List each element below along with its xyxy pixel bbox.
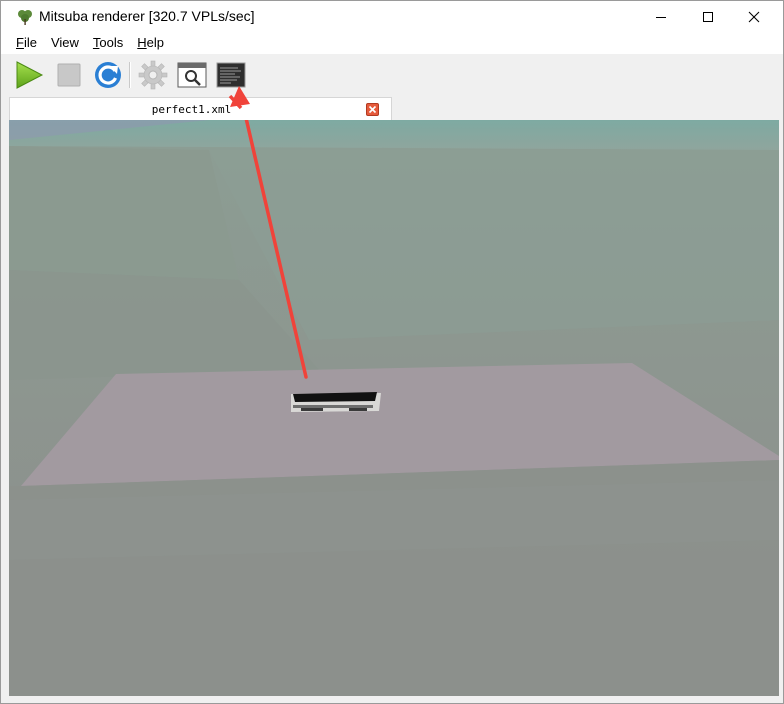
menu-help-label: elp — [146, 35, 165, 50]
render-button[interactable] — [13, 59, 45, 91]
rendered-scene — [9, 120, 779, 696]
menu-help[interactable]: Help — [130, 32, 171, 54]
preview-button[interactable] — [176, 59, 208, 91]
magnifier-window-icon — [177, 62, 207, 88]
app-window: Mitsuba renderer [320.7 VPLs/sec] File V… — [0, 0, 784, 704]
right-wall — [209, 150, 779, 340]
window-title: Mitsuba renderer [320.7 VPLs/sec] — [39, 8, 255, 24]
menu-file-label: ile — [23, 35, 37, 50]
refresh-button[interactable] — [92, 59, 124, 91]
rendered-object — [291, 392, 381, 412]
log-button[interactable] — [215, 59, 247, 91]
tab-perfect1-xml[interactable]: perfect1.xml — [9, 97, 392, 120]
tab-strip: perfect1.xml — [1, 96, 783, 120]
close-button[interactable] — [731, 1, 777, 32]
minimize-icon — [656, 16, 666, 18]
close-icon — [748, 11, 760, 22]
settings-button[interactable] — [137, 59, 169, 91]
left-wall — [9, 146, 239, 280]
menu-bar: File View Tools Help — [1, 32, 783, 54]
close-icon — [368, 105, 377, 114]
clover-icon — [18, 10, 32, 25]
toolbar — [1, 54, 783, 96]
toolbar-separator — [129, 62, 131, 88]
menu-file-mnemonic: F — [16, 35, 24, 50]
menu-file[interactable]: File — [9, 32, 44, 54]
menu-view-label: iew — [59, 35, 79, 50]
tab-label: perfect1.xml — [151, 103, 232, 116]
gear-icon — [138, 60, 168, 90]
menu-view[interactable]: View — [44, 32, 86, 54]
maximize-button[interactable] — [685, 1, 731, 32]
tab-close-button[interactable] — [366, 103, 379, 116]
refresh-icon — [95, 62, 121, 88]
terminal-icon — [216, 62, 246, 88]
menu-tools[interactable]: Tools — [86, 32, 130, 54]
title-bar[interactable]: Mitsuba renderer [320.7 VPLs/sec] — [1, 1, 783, 32]
stop-icon — [57, 63, 81, 87]
menu-tools-label: ools — [99, 35, 124, 50]
play-icon — [16, 61, 44, 89]
maximize-icon — [703, 11, 713, 22]
minimize-button[interactable] — [638, 1, 684, 32]
render-viewport[interactable] — [9, 120, 779, 696]
stop-button[interactable] — [53, 59, 85, 91]
menu-help-mnemonic: H — [137, 35, 147, 50]
